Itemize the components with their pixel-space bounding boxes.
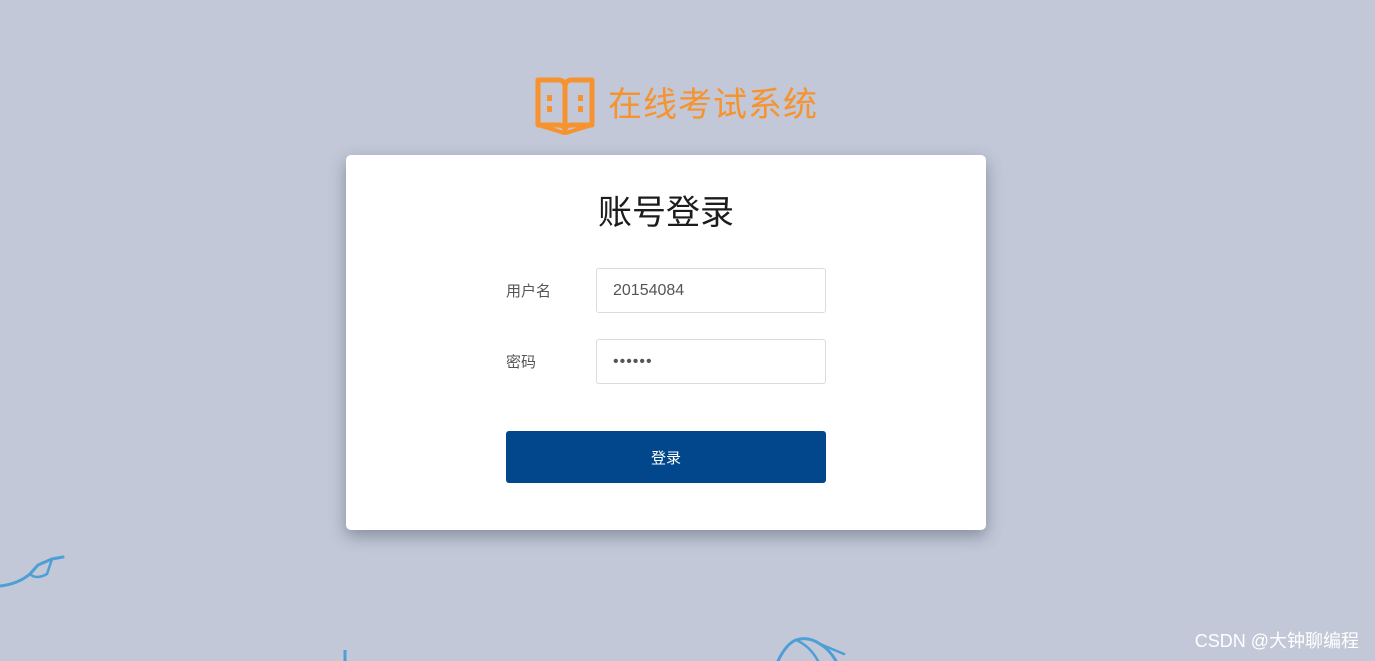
doodle-decoration-bottom xyxy=(776,637,846,661)
username-input[interactable] xyxy=(596,268,826,313)
username-label: 用户名 xyxy=(506,282,552,300)
app-title: 在线考试系统 xyxy=(608,85,818,125)
login-heading: 账号登录 xyxy=(598,193,734,233)
login-card: 账号登录 用户名 密码 登录 xyxy=(346,155,986,530)
doodle-decoration-left xyxy=(0,555,65,588)
password-label: 密码 xyxy=(506,353,537,371)
watermark: CSDN @大钟聊编程 xyxy=(1194,631,1359,651)
password-input[interactable] xyxy=(596,339,826,384)
open-book-icon xyxy=(535,77,595,135)
brand-logo: 在线考试系统 xyxy=(534,74,818,136)
login-button[interactable]: 登录 xyxy=(506,431,826,483)
doodle-decoration-bottom-small xyxy=(343,650,347,661)
